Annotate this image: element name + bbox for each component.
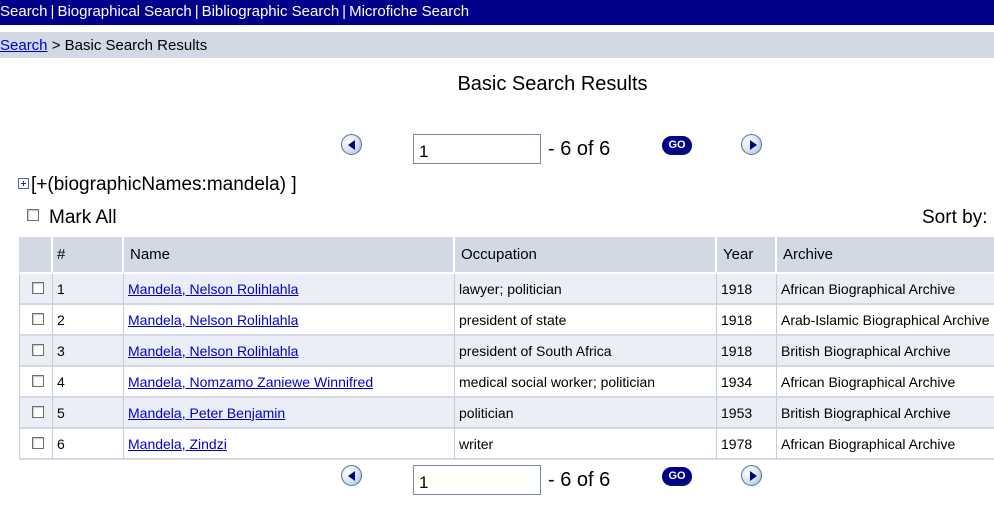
row-year: 1918 [717, 274, 777, 305]
expand-plus-icon[interactable] [18, 178, 29, 189]
row-name-link[interactable]: Mandela, Nelson Rolihlahla [128, 281, 298, 297]
mark-all-checkbox[interactable] [27, 209, 39, 221]
table-row: 2 Mandela, Nelson Rolihlahla president o… [19, 305, 994, 336]
breadcrumb-search-link[interactable]: Search [0, 37, 48, 54]
page-count: - 6 of 6 [548, 469, 611, 491]
page-number-input[interactable] [413, 465, 541, 495]
sort-by-label: Sort by: [922, 207, 988, 228]
row-occupation: president of South Africa [455, 336, 717, 367]
page-number-input[interactable] [413, 134, 541, 164]
pager-bottom: - 6 of 6 GO [0, 463, 994, 497]
previous-page-icon[interactable] [341, 134, 362, 155]
query-text: [+(biographicNames:mandela) ] [31, 174, 297, 195]
row-select-cell [19, 274, 53, 305]
breadcrumb-separator: > [51, 37, 61, 54]
header-occupation[interactable]: Occupation [455, 237, 717, 274]
mark-all: Mark All [27, 207, 117, 229]
row-year: 1918 [717, 336, 777, 367]
row-name-cell: Mandela, Nomzamo Zaniewe Winnifred [124, 367, 455, 398]
row-name-link[interactable]: Mandela, Nelson Rolihlahla [128, 312, 298, 328]
page-count: - 6 of 6 [548, 138, 611, 160]
go-button[interactable]: GO [662, 467, 692, 486]
header-name[interactable]: Name [124, 237, 455, 274]
breadcrumb: Search > Basic Search Results [0, 32, 994, 58]
row-name-link[interactable]: Mandela, Nomzamo Zaniewe Winnifred [128, 374, 373, 390]
row-archive: African Biographical Archive [777, 367, 994, 398]
results-table: # Name Occupation Year Archive 1 Mandela… [19, 237, 994, 460]
row-name-link[interactable]: Mandela, Nelson Rolihlahla [128, 343, 298, 359]
row-name-link[interactable]: Mandela, Zindzi [128, 436, 227, 452]
table-row: 1 Mandela, Nelson Rolihlahla lawyer; pol… [19, 274, 994, 305]
header-number: # [53, 237, 124, 274]
row-number: 4 [53, 367, 124, 398]
row-select-cell [19, 398, 53, 429]
next-page-icon[interactable] [741, 465, 762, 486]
mark-all-label: Mark All [49, 207, 117, 228]
row-select-cell [19, 305, 53, 336]
previous-page-icon[interactable] [341, 465, 362, 486]
nav-bibliographic-search[interactable]: Bibliographic Search [202, 3, 340, 20]
row-archive: British Biographical Archive [777, 336, 994, 367]
row-archive: Arab-Islamic Biographical Archive [777, 305, 994, 336]
header-archive[interactable]: Archive [777, 237, 994, 274]
row-occupation: medical social worker; politician [455, 367, 717, 398]
row-checkbox[interactable] [32, 281, 44, 294]
breadcrumb-current: Basic Search Results [64, 37, 208, 54]
row-number: 2 [53, 305, 124, 336]
row-archive: British Biographical Archive [777, 398, 994, 429]
row-name-cell: Mandela, Nelson Rolihlahla [124, 305, 455, 336]
row-checkbox[interactable] [32, 436, 44, 449]
row-occupation: lawyer; politician [455, 274, 717, 305]
table-row: 4 Mandela, Nomzamo Zaniewe Winnifred med… [19, 367, 994, 398]
table-header-row: # Name Occupation Year Archive [19, 237, 994, 274]
search-query: [+(biographicNames:mandela) ] [18, 174, 297, 196]
row-checkbox[interactable] [32, 374, 44, 387]
row-select-cell [19, 336, 53, 367]
row-name-link[interactable]: Mandela, Peter Benjamin [128, 405, 285, 421]
row-occupation: writer [455, 429, 717, 460]
row-year: 1918 [717, 305, 777, 336]
nav-microfiche-search[interactable]: Microfiche Search [349, 3, 469, 20]
row-checkbox[interactable] [32, 405, 44, 418]
nav-separator: | [50, 3, 55, 20]
table-row: 5 Mandela, Peter Benjamin politician 195… [19, 398, 994, 429]
row-occupation: president of state [455, 305, 717, 336]
pager-top: - 6 of 6 GO [0, 132, 994, 166]
row-year: 1978 [717, 429, 777, 460]
header-year[interactable]: Year [717, 237, 777, 274]
row-name-cell: Mandela, Nelson Rolihlahla [124, 336, 455, 367]
results-table-wrapper: # Name Occupation Year Archive 1 Mandela… [19, 237, 994, 460]
table-row: 6 Mandela, Zindzi writer 1978 African Bi… [19, 429, 994, 460]
go-button[interactable]: GO [662, 136, 692, 155]
row-checkbox[interactable] [32, 312, 44, 325]
row-name-cell: Mandela, Peter Benjamin [124, 398, 455, 429]
row-archive: African Biographical Archive [777, 274, 994, 305]
nav-separator: | [194, 3, 199, 20]
row-select-cell [19, 429, 53, 460]
row-archive: African Biographical Archive [777, 429, 994, 460]
table-row: 3 Mandela, Nelson Rolihlahla president o… [19, 336, 994, 367]
row-name-cell: Mandela, Nelson Rolihlahla [124, 274, 455, 305]
page-title: Basic Search Results [457, 73, 648, 95]
row-number: 5 [53, 398, 124, 429]
row-checkbox[interactable] [32, 343, 44, 356]
row-year: 1934 [717, 367, 777, 398]
row-select-cell [19, 367, 53, 398]
nav-separator: | [342, 3, 347, 20]
nav-search[interactable]: Search [0, 3, 48, 20]
row-number: 3 [53, 336, 124, 367]
next-page-icon[interactable] [741, 134, 762, 155]
row-number: 6 [53, 429, 124, 460]
row-number: 1 [53, 274, 124, 305]
top-nav: Search | Biographical Search | Bibliographic… [0, 0, 994, 25]
row-name-cell: Mandela, Zindzi [124, 429, 455, 460]
header-checkbox-col [19, 237, 53, 274]
row-year: 1953 [717, 398, 777, 429]
nav-biographical-search[interactable]: Biographical Search [57, 3, 191, 20]
row-occupation: politician [455, 398, 717, 429]
